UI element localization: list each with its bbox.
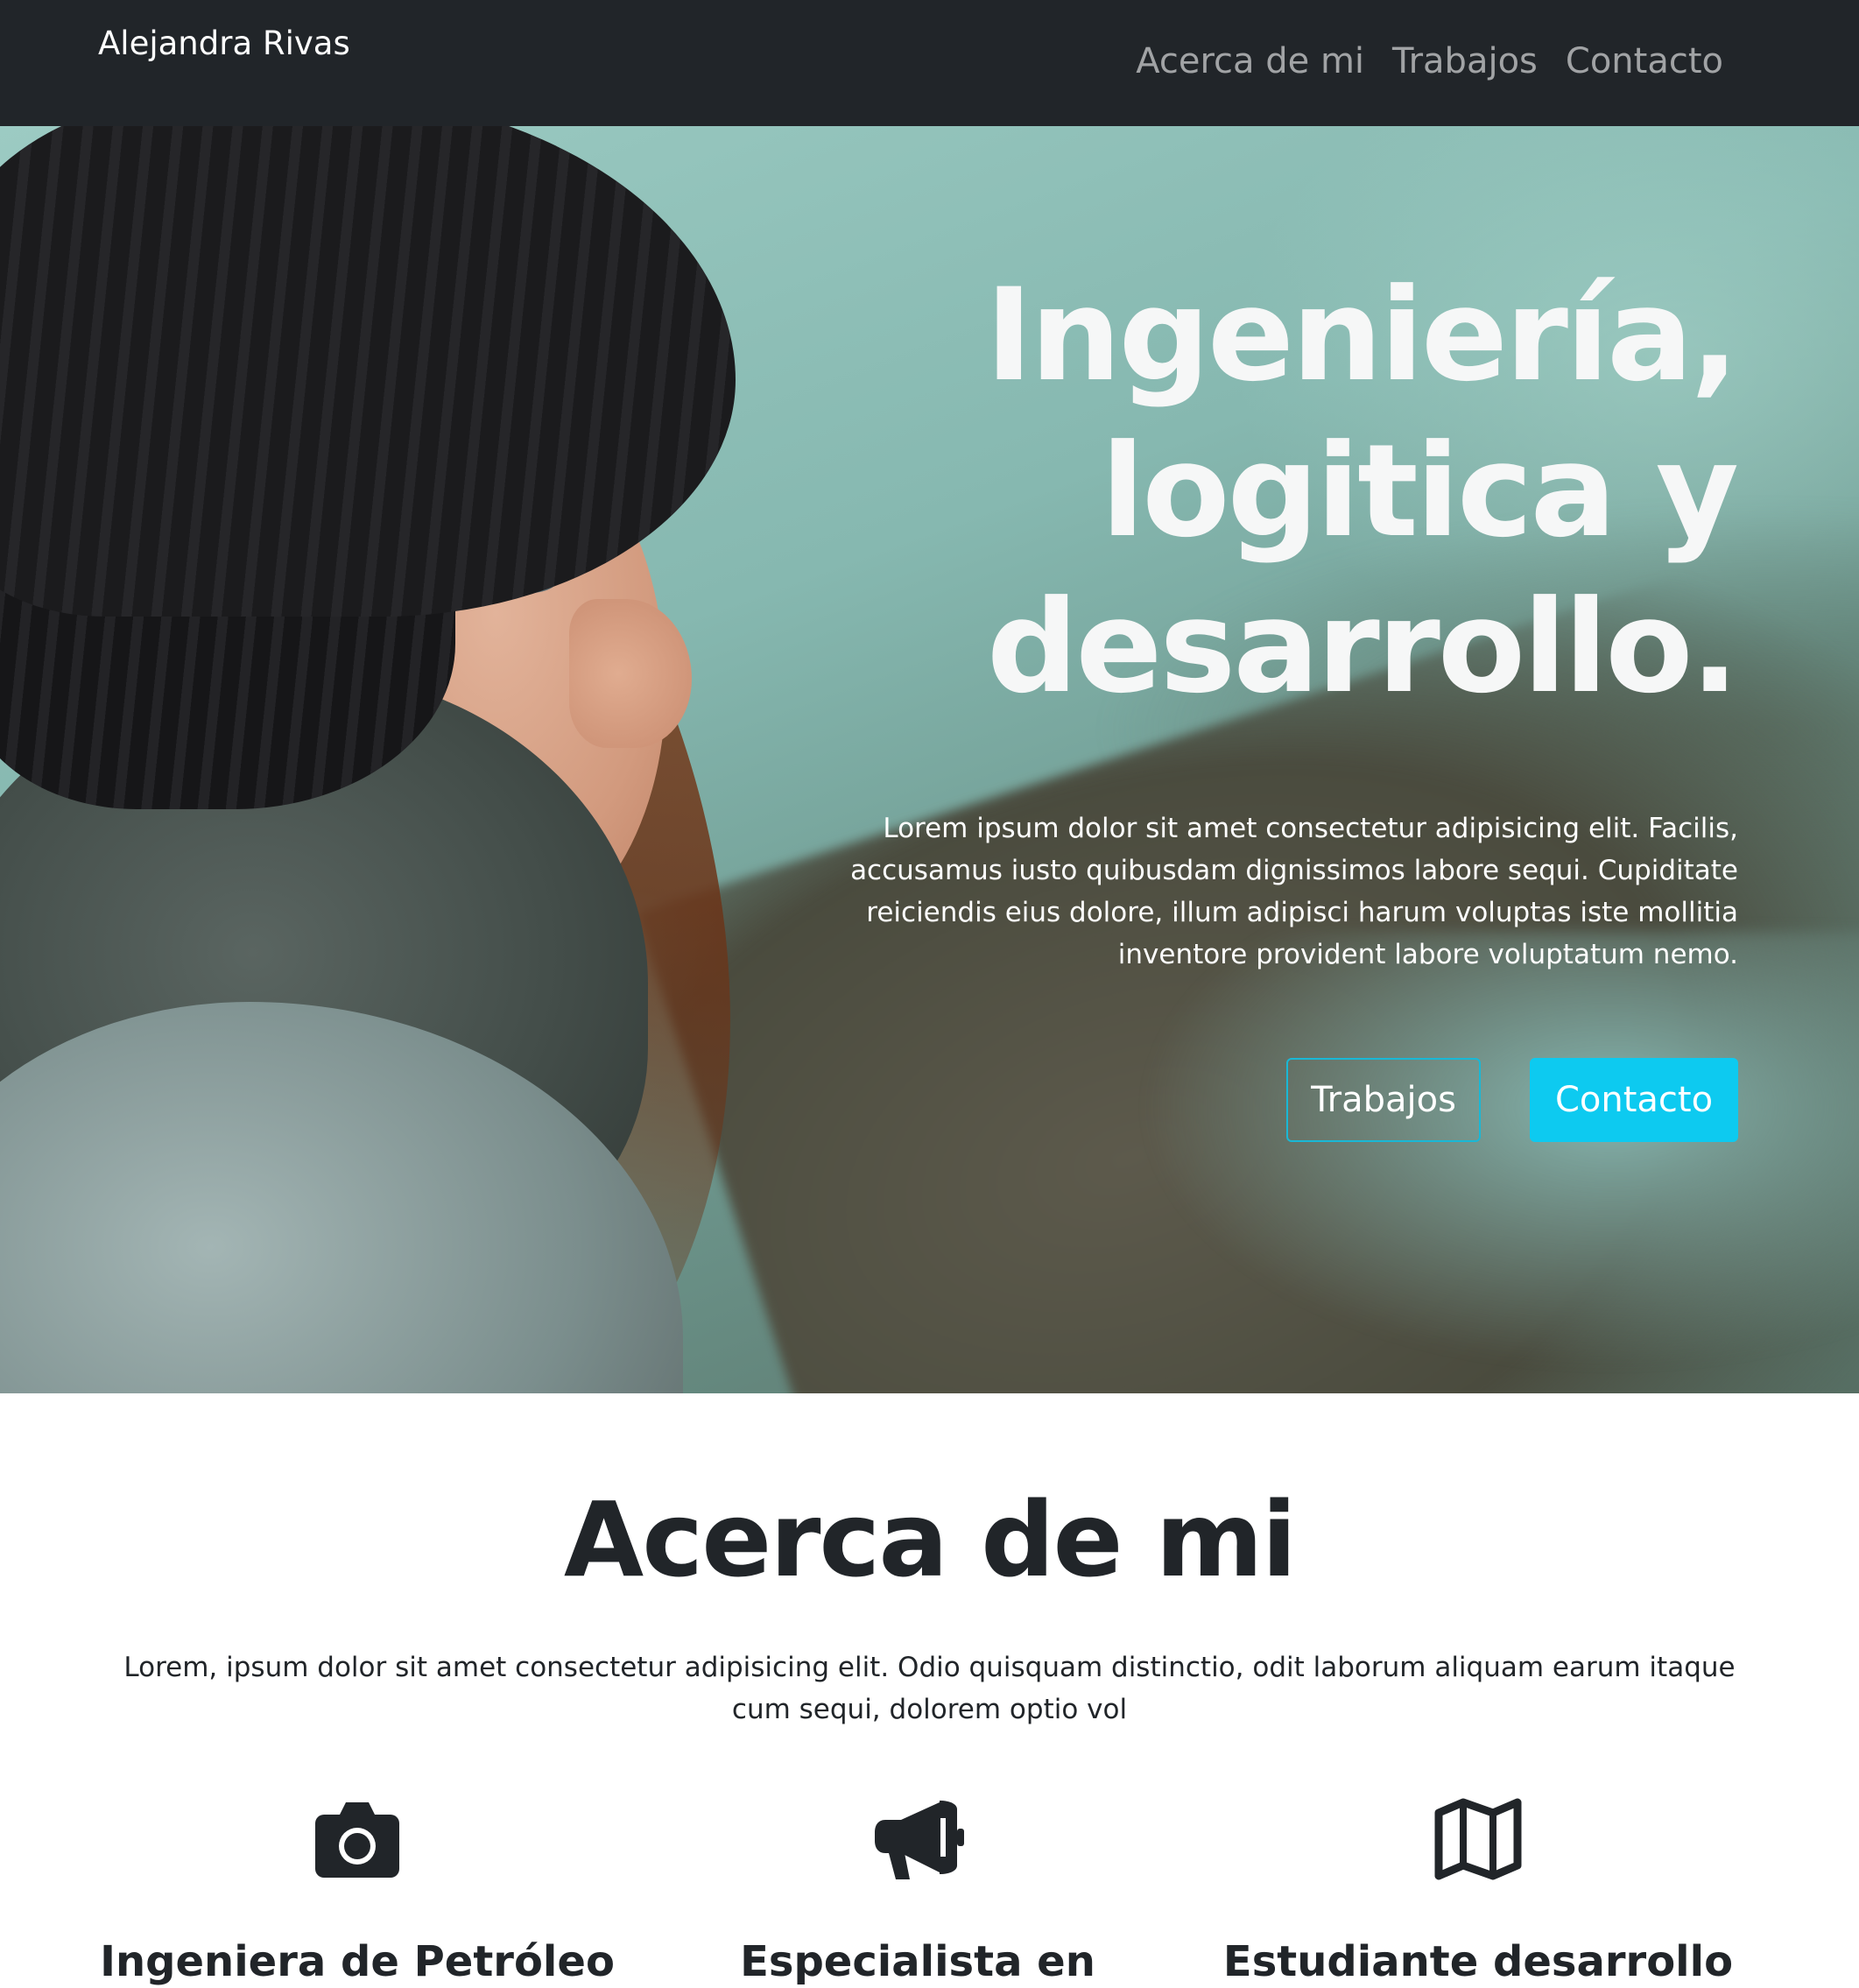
about-title: Acerca de mi	[563, 1479, 1297, 1600]
feature-item: Ingeniera de Petróleo	[77, 1795, 637, 1988]
hero-photo-beanie	[0, 126, 736, 617]
feature-title: Especialista en	[740, 1937, 1095, 1986]
nav-link-trabajos[interactable]: Trabajos	[1392, 41, 1538, 81]
hero-section: Ingeniería, logitica y desarrollo. Lorem…	[0, 126, 1859, 1393]
hero-description: Lorem ipsum dolor sit amet consectetur a…	[850, 813, 1738, 970]
nav-link-acerca[interactable]: Acerca de mi	[1136, 41, 1364, 81]
navbar: Alejandra Rivas Acerca de mi Trabajos Co…	[0, 0, 1859, 126]
trabajos-button[interactable]: Trabajos	[1286, 1058, 1481, 1142]
feature-item: Estudiante desarrollo	[1198, 1795, 1758, 1988]
camera-icon	[315, 1802, 399, 1878]
hero-title: Ingeniería, logitica y desarrollo.	[985, 261, 1739, 722]
megaphone-icon	[875, 1801, 964, 1879]
background-water	[1138, 932, 1859, 1370]
nav-link-contacto[interactable]: Contacto	[1566, 41, 1723, 81]
about-description: Lorem, ipsum dolor sit amet consectetur …	[123, 1652, 1736, 1725]
brand-link[interactable]: Alejandra Rivas	[98, 25, 350, 62]
contacto-button[interactable]: Contacto	[1530, 1058, 1738, 1142]
hero-photo-nose	[569, 599, 692, 748]
feature-title: Ingeniera de Petróleo	[100, 1937, 615, 1986]
nav-links: Acerca de mi Trabajos Contacto	[1136, 41, 1723, 81]
feature-item: Especialista en	[637, 1795, 1198, 1988]
map-icon	[1434, 1798, 1522, 1880]
feature-title: Estudiante desarrollo	[1222, 1937, 1734, 1986]
